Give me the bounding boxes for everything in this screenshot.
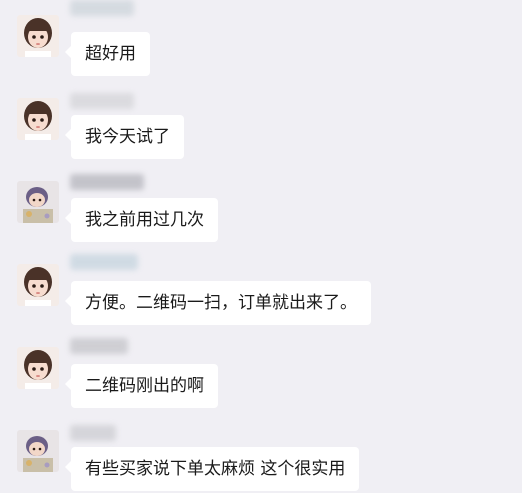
avatar[interactable] bbox=[17, 15, 59, 57]
girl-avatar-icon bbox=[17, 15, 59, 57]
sender-name-blurred bbox=[70, 0, 134, 16]
message-bubble[interactable]: 我今天试了 bbox=[65, 115, 184, 159]
message-bubble[interactable]: 超好用 bbox=[65, 32, 150, 76]
baby-avatar-icon bbox=[17, 181, 59, 223]
chat-window: 超好用 我今天试了 我之前用过几次 方便。二维码一扫，订单就出来了。 二维码刚出… bbox=[0, 0, 522, 493]
girl-avatar-icon bbox=[17, 347, 59, 389]
baby-avatar-icon bbox=[17, 430, 59, 472]
sender-name-blurred bbox=[70, 338, 128, 354]
girl-avatar-icon bbox=[17, 98, 59, 140]
message-bubble[interactable]: 二维码刚出的啊 bbox=[65, 364, 218, 408]
avatar[interactable] bbox=[17, 98, 59, 140]
sender-name-blurred bbox=[70, 93, 134, 109]
message-bubble[interactable]: 方便。二维码一扫，订单就出来了。 bbox=[65, 281, 371, 325]
message-bubble[interactable]: 我之前用过几次 bbox=[65, 198, 218, 242]
sender-name-blurred bbox=[70, 174, 144, 190]
avatar[interactable] bbox=[17, 347, 59, 389]
avatar[interactable] bbox=[17, 264, 59, 306]
avatar[interactable] bbox=[17, 181, 59, 223]
message-bubble[interactable]: 有些买家说下单太麻烦 这个很实用 bbox=[64, 447, 360, 491]
sender-name-blurred bbox=[70, 254, 138, 270]
sender-name-blurred bbox=[70, 425, 116, 441]
girl-avatar-icon bbox=[17, 264, 59, 306]
avatar[interactable] bbox=[17, 430, 59, 472]
